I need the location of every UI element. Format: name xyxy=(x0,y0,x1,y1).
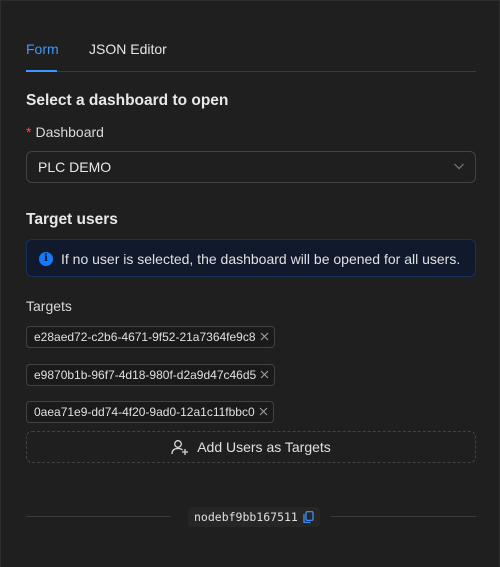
target-tag: e28aed72-c2b6-4671-9f52-21a7364fe9c8 xyxy=(26,326,275,348)
tab-json-editor[interactable]: JSON Editor xyxy=(89,41,167,57)
target-tag: e9870b1b-96f7-4d18-980f-d2a9d47c46d5 xyxy=(26,364,276,386)
close-icon[interactable] xyxy=(259,407,268,416)
info-alert: i If no user is selected, the dashboard … xyxy=(26,239,476,277)
targets-label: Targets xyxy=(26,298,72,314)
target-section-title: Target users xyxy=(26,211,118,228)
add-users-button[interactable]: Add Users as Targets xyxy=(26,431,476,463)
panel: Form JSON Editor Select a dashboard to o… xyxy=(0,0,500,567)
dashboard-section-title: Select a dashboard to open xyxy=(26,92,229,109)
user-add-icon xyxy=(171,440,189,455)
active-tab-indicator xyxy=(26,70,57,72)
target-tag-text: e28aed72-c2b6-4671-9f52-21a7364fe9c8 xyxy=(34,330,256,344)
node-id-tag: nodebf9bb167511 xyxy=(188,507,320,527)
target-tag: 0aea71e9-dd74-4f20-9ad0-12a1c11fbbc0 xyxy=(26,401,274,423)
info-alert-text: If no user is selected, the dashboard wi… xyxy=(61,251,461,267)
footer-divider-right xyxy=(331,516,476,517)
required-mark: * xyxy=(26,124,32,140)
node-id-text: nodebf9bb167511 xyxy=(194,510,298,524)
copy-icon[interactable] xyxy=(303,511,314,523)
dashboard-label-text: Dashboard xyxy=(35,124,104,140)
footer-divider-left xyxy=(26,516,171,517)
target-tag-text: 0aea71e9-dd74-4f20-9ad0-12a1c11fbbc0 xyxy=(34,405,255,419)
close-icon[interactable] xyxy=(260,370,269,379)
close-icon[interactable] xyxy=(260,332,269,341)
tab-form[interactable]: Form xyxy=(26,41,59,57)
info-icon: i xyxy=(39,252,53,266)
dashboard-field-label: * Dashboard xyxy=(26,124,104,140)
tab-bar: Form JSON Editor xyxy=(26,37,476,72)
dashboard-select[interactable]: PLC DEMO xyxy=(26,151,476,183)
target-tag-text: e9870b1b-96f7-4d18-980f-d2a9d47c46d5 xyxy=(34,368,257,382)
add-users-label: Add Users as Targets xyxy=(197,439,331,455)
chevron-down-icon xyxy=(454,163,464,170)
dashboard-select-value: PLC DEMO xyxy=(38,159,112,175)
